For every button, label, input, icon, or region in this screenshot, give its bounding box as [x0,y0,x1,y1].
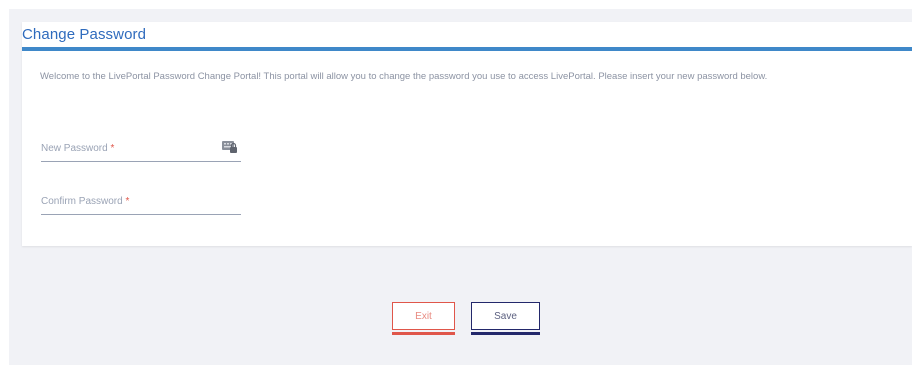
save-button[interactable]: Save [471,302,540,330]
save-button-underline [471,332,540,335]
new-password-input[interactable] [41,139,225,161]
confirm-password-input[interactable] [41,192,225,214]
exit-button[interactable]: Exit [392,302,455,330]
intro-text: Welcome to the LivePortal Password Chang… [40,71,768,82]
page-title: Change Password [22,26,147,43]
change-password-card: Change Password Welcome to the LivePorta… [22,22,912,246]
title-divider [22,47,912,51]
new-password-field[interactable]: New Password * [41,139,241,162]
confirm-password-field[interactable]: Confirm Password * [41,192,241,215]
keyboard-lock-icon[interactable] [222,140,238,154]
exit-button-underline [392,332,455,335]
